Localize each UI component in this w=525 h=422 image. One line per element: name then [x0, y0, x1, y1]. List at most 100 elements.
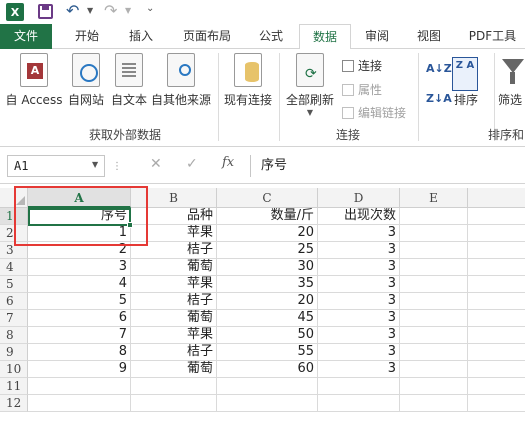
tab-pdf-tools[interactable]: PDF工具	[460, 24, 525, 49]
customize-toolbar-icon[interactable]: ⌄	[146, 3, 154, 14]
grid-cell[interactable]	[468, 395, 525, 412]
grid-cell[interactable]	[468, 378, 525, 395]
tab-formulas[interactable]: 公式	[248, 24, 294, 49]
grid-cell[interactable]	[400, 344, 468, 361]
row-header[interactable]: 12	[0, 395, 28, 412]
grid-cell[interactable]: 3	[318, 327, 400, 344]
grid-cell[interactable]	[468, 293, 525, 310]
sort-a-to-z-icon[interactable]: A↓Z	[426, 63, 452, 74]
grid-cell[interactable]: 葡萄	[131, 310, 217, 327]
grid-cell[interactable]: 3	[318, 293, 400, 310]
from-text-button[interactable]: 自文本	[108, 53, 150, 108]
filter-button[interactable]: 筛选	[498, 91, 525, 108]
grid-cell[interactable]: 55	[217, 344, 318, 361]
undo-icon[interactable]: ↶	[66, 1, 79, 20]
tab-review[interactable]: 审阅	[354, 24, 400, 49]
grid-cell[interactable]	[217, 378, 318, 395]
grid-cell[interactable]: 苹果	[131, 327, 217, 344]
formula-input[interactable]: 序号	[250, 155, 525, 177]
grid-cell[interactable]: 20	[217, 293, 318, 310]
column-header-c[interactable]: C	[217, 188, 318, 208]
redo-dropdown-icon[interactable]: ▼	[125, 6, 131, 15]
grid-cell[interactable]: 6	[28, 310, 131, 327]
grid-cell[interactable]: 9	[28, 361, 131, 378]
grid-cell[interactable]: 出现次数	[318, 208, 400, 225]
tab-data[interactable]: 数据	[299, 24, 351, 50]
from-web-button[interactable]: 自网站	[64, 53, 108, 108]
grid-cell[interactable]: 45	[217, 310, 318, 327]
grid-cell[interactable]: 葡萄	[131, 361, 217, 378]
connections-button[interactable]: 连接	[342, 57, 382, 74]
grid-cell[interactable]: 4	[28, 276, 131, 293]
grid-cell[interactable]: 葡萄	[131, 259, 217, 276]
grid-cell[interactable]: 35	[217, 276, 318, 293]
row-header[interactable]: 5	[0, 276, 28, 293]
grid-cell[interactable]	[468, 361, 525, 378]
grid-cell[interactable]	[28, 378, 131, 395]
grid-cell[interactable]: 3	[318, 259, 400, 276]
row-header[interactable]: 4	[0, 259, 28, 276]
grid-cell[interactable]	[131, 395, 217, 412]
grid-cell[interactable]: 3	[318, 344, 400, 361]
grid-cell[interactable]	[400, 293, 468, 310]
existing-connections-button[interactable]: 现有连接	[222, 53, 274, 108]
tab-view[interactable]: 视图	[406, 24, 452, 49]
grid-cell[interactable]: 3	[318, 310, 400, 327]
enter-icon[interactable]: ✓	[186, 156, 198, 172]
grid-cell[interactable]	[131, 378, 217, 395]
grid-cell[interactable]	[400, 242, 468, 259]
save-icon[interactable]	[38, 4, 53, 19]
sort-button[interactable]: 排序	[448, 91, 484, 108]
grid-cell[interactable]: 数量/斤	[217, 208, 318, 225]
grid-cell[interactable]	[400, 225, 468, 242]
grid-cell[interactable]	[28, 395, 131, 412]
edit-links-button[interactable]: 编辑链接	[342, 104, 406, 121]
insert-function-icon[interactable]: fx	[222, 155, 234, 170]
row-header[interactable]: 8	[0, 327, 28, 344]
grid-cell[interactable]: 3	[318, 225, 400, 242]
grid-cell[interactable]: 桔子	[131, 344, 217, 361]
grid-cell[interactable]	[400, 259, 468, 276]
grid-cell[interactable]: 7	[28, 327, 131, 344]
column-header-e[interactable]: E	[400, 188, 468, 208]
grid-cell[interactable]: 20	[217, 225, 318, 242]
grid-cell[interactable]	[400, 208, 468, 225]
cancel-icon[interactable]: ✕	[150, 156, 162, 172]
undo-dropdown-icon[interactable]: ▼	[87, 6, 93, 15]
name-box[interactable]: A1	[7, 155, 105, 177]
grid-cell[interactable]	[400, 361, 468, 378]
grid-cell[interactable]	[468, 276, 525, 293]
grid-cell[interactable]: 3	[318, 242, 400, 259]
grid-cell[interactable]	[217, 395, 318, 412]
column-header-f[interactable]	[468, 188, 525, 208]
properties-button[interactable]: 属性	[342, 81, 382, 98]
grid-cell[interactable]: 苹果	[131, 276, 217, 293]
row-header[interactable]: 9	[0, 344, 28, 361]
grid-cell[interactable]	[400, 310, 468, 327]
grid-cell[interactable]	[318, 378, 400, 395]
grid-cell[interactable]: 桔子	[131, 293, 217, 310]
grid-cell[interactable]: 8	[28, 344, 131, 361]
grid-cell[interactable]: 3	[28, 259, 131, 276]
grid-cell[interactable]	[400, 276, 468, 293]
grid-cell[interactable]	[468, 310, 525, 327]
name-box-dropdown-icon[interactable]: ▼	[92, 160, 98, 169]
grid-cell[interactable]: 5	[28, 293, 131, 310]
tab-home[interactable]: 开始	[62, 24, 112, 49]
row-header[interactable]: 6	[0, 293, 28, 310]
grid-cell[interactable]	[468, 344, 525, 361]
tab-page-layout[interactable]: 页面布局	[172, 24, 242, 49]
grid-cell[interactable]	[468, 208, 525, 225]
grid-cell[interactable]: 50	[217, 327, 318, 344]
grid-cell[interactable]	[468, 242, 525, 259]
grid-cell[interactable]	[318, 395, 400, 412]
refresh-all-button[interactable]: 全部刷新 ▼	[284, 53, 336, 117]
grid-cell[interactable]	[400, 395, 468, 412]
grid-cell[interactable]	[400, 327, 468, 344]
grid-cell[interactable]: 60	[217, 361, 318, 378]
row-header[interactable]: 10	[0, 361, 28, 378]
grid-cell[interactable]	[468, 327, 525, 344]
grid-cell[interactable]	[468, 259, 525, 276]
from-access-button[interactable]: 自 Access	[4, 53, 64, 108]
grid-cell[interactable]: 30	[217, 259, 318, 276]
